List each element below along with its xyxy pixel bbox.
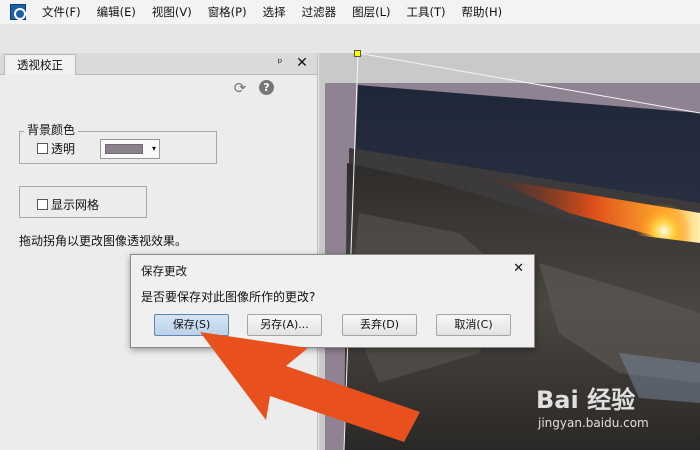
checkbox-box[interactable]	[37, 143, 48, 154]
show-grid-label: 显示网格	[51, 198, 100, 212]
menu-help[interactable]: 帮助(H)	[454, 0, 511, 24]
color-swatch	[105, 144, 143, 154]
background-color-title: 背景颜色	[24, 123, 79, 137]
menu-file[interactable]: 文件(F)	[34, 0, 89, 24]
menu-tools[interactable]: 工具(T)	[399, 0, 454, 24]
show-grid-checkbox[interactable]: 显示网格	[37, 196, 99, 213]
menu-filter[interactable]: 过滤器	[294, 0, 345, 24]
menu-pane[interactable]: 窗格(P)	[200, 0, 255, 24]
background-color-dropdown[interactable]: ▾	[100, 139, 160, 159]
watermark-text: Bai 经验	[536, 386, 636, 414]
corner-handle[interactable]	[354, 50, 361, 57]
pin-icon[interactable]: ᵖ	[273, 56, 287, 70]
menu-bar: 文件(F) 编辑(E) 视图(V) 窗格(P) 选择 过滤器 图层(L) 工具(…	[0, 0, 700, 24]
cancel-button[interactable]: 取消(C)	[436, 314, 511, 336]
watermark: Bai 经验 jingyan.baidu.com	[536, 380, 696, 440]
menu-view[interactable]: 视图(V)	[144, 0, 200, 24]
checkbox-box[interactable]	[37, 199, 48, 210]
tab-perspective-correction[interactable]: 透视校正	[4, 54, 76, 75]
app-icon[interactable]	[10, 4, 26, 20]
transparent-checkbox[interactable]: 透明	[37, 140, 75, 157]
panel-tab-bar: 透视校正 ᵖ ✕	[0, 53, 317, 75]
transparent-label: 透明	[51, 142, 76, 156]
menu-select[interactable]: 选择	[255, 0, 294, 24]
watermark-url: jingyan.baidu.com	[538, 416, 649, 430]
dialog-message: 是否要保存对此图像所作的更改?	[141, 290, 316, 304]
hint-text: 拖动拐角以更改图像透视效果。	[19, 234, 188, 248]
arrow-annotation-icon	[200, 332, 420, 442]
help-icon[interactable]: ?	[259, 80, 274, 95]
refresh-icon[interactable]: ⟳	[232, 80, 248, 96]
close-icon[interactable]: ✕	[513, 261, 524, 276]
dialog-title: 保存更改	[141, 264, 187, 278]
menu-layers[interactable]: 图层(L)	[344, 0, 398, 24]
chevron-down-icon[interactable]: ▾	[152, 143, 156, 155]
menu-edit[interactable]: 编辑(E)	[89, 0, 144, 24]
close-icon[interactable]: ✕	[295, 55, 309, 71]
